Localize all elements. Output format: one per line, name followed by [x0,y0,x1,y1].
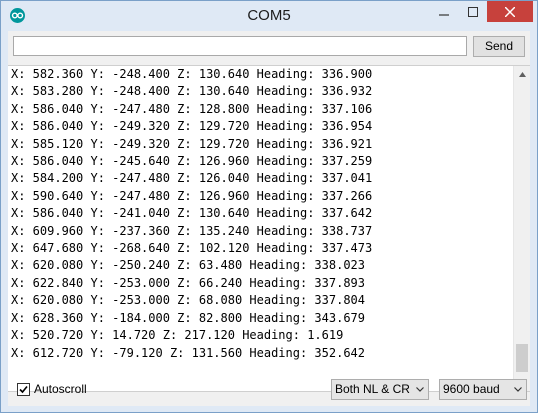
output-line: X: 609.960 Y: -237.360 Z: 135.240 Headin… [11,223,373,238]
close-button[interactable] [487,1,533,22]
title-bar[interactable]: COM5 [1,1,537,31]
output-line: X: 583.280 Y: -248.400 Z: 130.640 Headin… [11,84,373,99]
output-line: X: 586.040 Y: -249.320 Z: 129.720 Headin… [11,119,373,134]
minimize-button[interactable] [429,1,459,22]
bottom-toolbar: Autoscroll Both NL & CR 9600 baud [8,371,530,406]
output-lines: X: 582.360 Y: -248.400 Z: 130.640 Headin… [11,66,509,362]
output-line: X: 628.360 Y: -184.000 Z: 82.800 Heading… [11,310,366,325]
chevron-down-icon [416,387,424,392]
maximize-button[interactable] [459,1,486,22]
scroll-up-arrow-icon[interactable] [514,66,530,83]
output-line: X: 620.080 Y: -250.240 Z: 63.480 Heading… [11,258,366,273]
input-row: Send [8,31,530,64]
output-line: X: 647.680 Y: -268.640 Z: 102.120 Headin… [11,241,373,256]
autoscroll-checkbox[interactable] [17,383,30,396]
client-area: Send X: 582.360 Y: -248.400 Z: 130.640 H… [8,31,530,406]
output-line: X: 586.040 Y: -241.040 Z: 130.640 Headin… [11,206,373,221]
scrollbar-thumb[interactable] [516,344,528,372]
output-line: X: 620.080 Y: -253.000 Z: 68.080 Heading… [11,293,366,308]
output-line: X: 622.840 Y: -253.000 Z: 66.240 Heading… [11,275,366,290]
output-line: X: 520.720 Y: 14.720 Z: 217.120 Heading:… [11,328,344,343]
output-line: X: 586.040 Y: -247.480 Z: 128.800 Headin… [11,101,373,116]
line-ending-select[interactable]: Both NL & CR [331,379,429,400]
output-line: X: 590.640 Y: -247.480 Z: 126.960 Headin… [11,188,373,203]
output-line: X: 586.040 Y: -245.640 Z: 126.960 Headin… [11,154,373,169]
output-line: X: 584.200 Y: -247.480 Z: 126.040 Headin… [11,171,373,186]
vertical-scrollbar[interactable] [513,66,530,391]
output-line: X: 582.360 Y: -248.400 Z: 130.640 Headin… [11,67,373,81]
chevron-down-icon [514,387,522,392]
serial-output-area[interactable]: X: 582.360 Y: -248.400 Z: 130.640 Headin… [8,65,530,392]
serial-input-field[interactable] [13,36,467,56]
output-line: X: 612.720 Y: -79.120 Z: 131.560 Heading… [11,345,366,360]
baud-rate-value: 9600 baud [443,382,500,396]
send-button[interactable]: Send [473,36,525,57]
baud-rate-select[interactable]: 9600 baud [439,379,527,400]
output-line: X: 585.120 Y: -249.320 Z: 129.720 Headin… [11,136,373,151]
serial-monitor-window: COM5 Send X: 582.360 Y: -248.400 Z: 130.… [0,0,538,413]
line-ending-value: Both NL & CR [335,382,410,396]
autoscroll-label: Autoscroll [34,382,87,396]
